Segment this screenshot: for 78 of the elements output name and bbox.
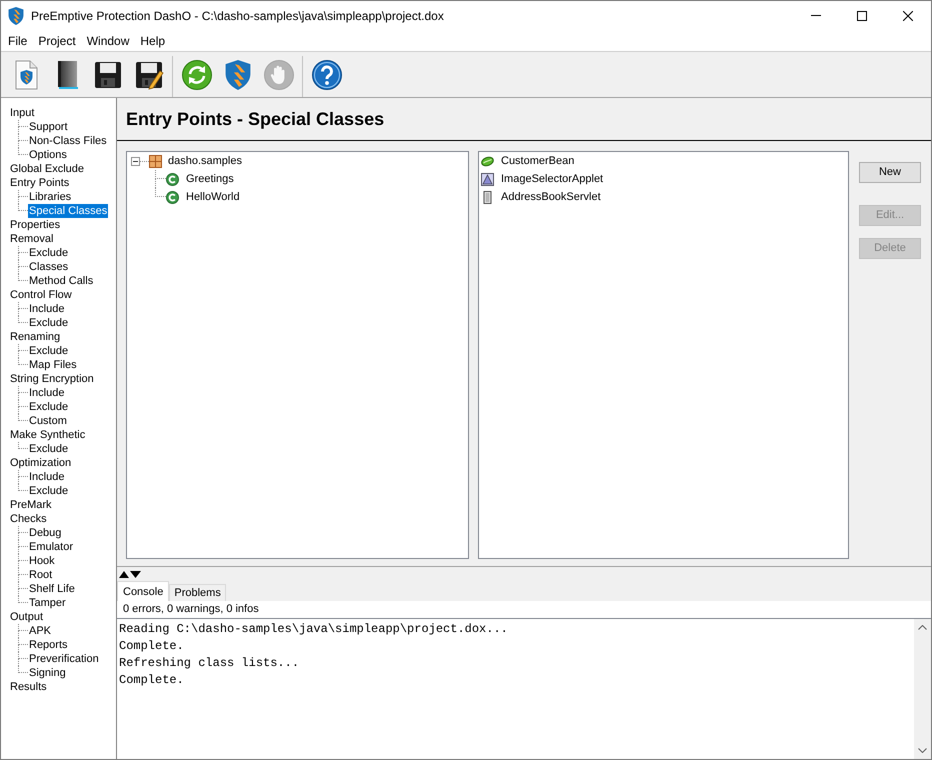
nav-tree-item[interactable]: Shelf Life (28, 582, 76, 596)
list-item[interactable]: CustomerBean (501, 152, 574, 170)
panel-tab[interactable]: Console (117, 581, 170, 601)
nav-tree-item[interactable]: Exclude (28, 484, 70, 498)
nav-tree-item[interactable]: Input (9, 106, 36, 120)
window-title: PreEmptive Protection DashO - C:\dasho-samples\java\simpleapp\project.dox (31, 8, 444, 24)
menu-item[interactable]: Window (86, 32, 130, 48)
nav-tree-item[interactable]: Support (28, 120, 69, 134)
nav-tree-item[interactable]: Include (28, 470, 66, 484)
nav-tree-item[interactable]: Global Exclude (9, 162, 85, 176)
nav-tree-item[interactable]: Checks (9, 512, 48, 526)
status-text: 0 errors, 0 warnings, 0 infos (123, 602, 259, 618)
nav-tree-item[interactable]: Optimization (9, 456, 72, 470)
console-line: Complete. (119, 638, 184, 655)
scrollbar[interactable] (914, 619, 931, 759)
nav-tree-item[interactable]: Non-Class Files (28, 134, 108, 148)
nav-tree-item[interactable]: Preverification (28, 652, 100, 666)
nav-tree-item[interactable]: Removal (9, 232, 54, 246)
nav-tree-item[interactable]: Special Classes (28, 204, 108, 218)
nav-tree-item[interactable]: Exclude (28, 442, 70, 456)
nav-tree-item[interactable]: Exclude (28, 316, 70, 330)
panel-tab[interactable]: Problems (169, 584, 226, 601)
nav-tree-item[interactable]: String Encryption (9, 372, 95, 386)
tree-item[interactable]: dasho.samples (168, 152, 242, 170)
nav-tree-item[interactable]: APK (28, 624, 52, 638)
menu-item[interactable]: Project (38, 32, 76, 48)
minimize-icon (811, 15, 821, 16)
nav-tree-item[interactable]: Exclude (28, 246, 70, 260)
nav-tree-item[interactable]: Emulator (28, 540, 74, 554)
close-icon (903, 10, 913, 20)
scroll-down-icon[interactable] (918, 748, 927, 753)
console-line: Complete. (119, 672, 184, 689)
bean-icon (481, 154, 494, 168)
nav-tree-item[interactable]: Map Files (28, 358, 78, 372)
action-button[interactable]: New (859, 162, 921, 183)
scroll-up-icon[interactable] (918, 625, 927, 630)
nav-tree-item[interactable]: Control Flow (9, 288, 73, 302)
page-title: Entry Points - Special Classes (126, 108, 384, 131)
down-arrow-icon[interactable] (130, 570, 141, 578)
nav-tree-item[interactable]: Include (28, 386, 66, 400)
tree-item[interactable]: Greetings (186, 170, 234, 188)
nav-tree-item[interactable]: Options (28, 148, 68, 162)
servlet-icon (481, 190, 494, 204)
package-icon (149, 154, 162, 168)
nav-tree-item[interactable]: Root (28, 568, 54, 582)
nav-tree-item[interactable]: Reports (28, 638, 69, 652)
nav-tree-item[interactable]: Exclude (28, 400, 70, 414)
nav-tree-item[interactable]: Debug (28, 526, 62, 540)
nav-tree-item[interactable]: Exclude (28, 344, 70, 358)
menu-item[interactable]: Help (140, 32, 166, 48)
class-icon (166, 172, 179, 186)
class-icon (166, 190, 179, 204)
nav-tree-item[interactable]: PreMark (9, 498, 53, 512)
nav-tree-item[interactable]: Classes (28, 260, 70, 274)
nav-tree-item[interactable]: Results (9, 680, 48, 694)
tree-item[interactable]: HelloWorld (186, 188, 240, 206)
console-line: Reading C:\dasho-samples\java\simpleapp\project.dox... (119, 621, 508, 638)
maximize-icon (857, 10, 867, 20)
nav-tree-item[interactable]: Properties (9, 218, 62, 232)
nav-tree-item[interactable]: Renaming (9, 330, 62, 344)
applet-icon (481, 172, 494, 186)
nav-tree-item[interactable]: Make Synthetic (9, 428, 86, 442)
up-arrow-icon[interactable] (119, 570, 129, 578)
nav-tree-item[interactable]: Tamper (28, 596, 67, 610)
list-item[interactable]: ImageSelectorApplet (501, 170, 604, 188)
collapse-icon[interactable] (131, 156, 140, 166)
console-line: Refreshing class lists... (119, 655, 300, 672)
nav-tree-item[interactable]: Entry Points (9, 176, 70, 190)
nav-tree-item[interactable]: Libraries (28, 190, 72, 204)
nav-tree-item[interactable]: Custom (28, 414, 68, 428)
shield-icon (8, 6, 24, 24)
nav-tree-item[interactable]: Include (28, 302, 66, 316)
list-item[interactable]: AddressBookServlet (501, 188, 601, 206)
nav-tree-item[interactable]: Hook (28, 554, 56, 568)
menu-item[interactable]: File (8, 32, 28, 48)
nav-tree-item[interactable]: Method Calls (28, 274, 94, 288)
nav-tree-item[interactable]: Signing (28, 666, 67, 680)
nav-tree-item[interactable]: Output (9, 610, 44, 624)
